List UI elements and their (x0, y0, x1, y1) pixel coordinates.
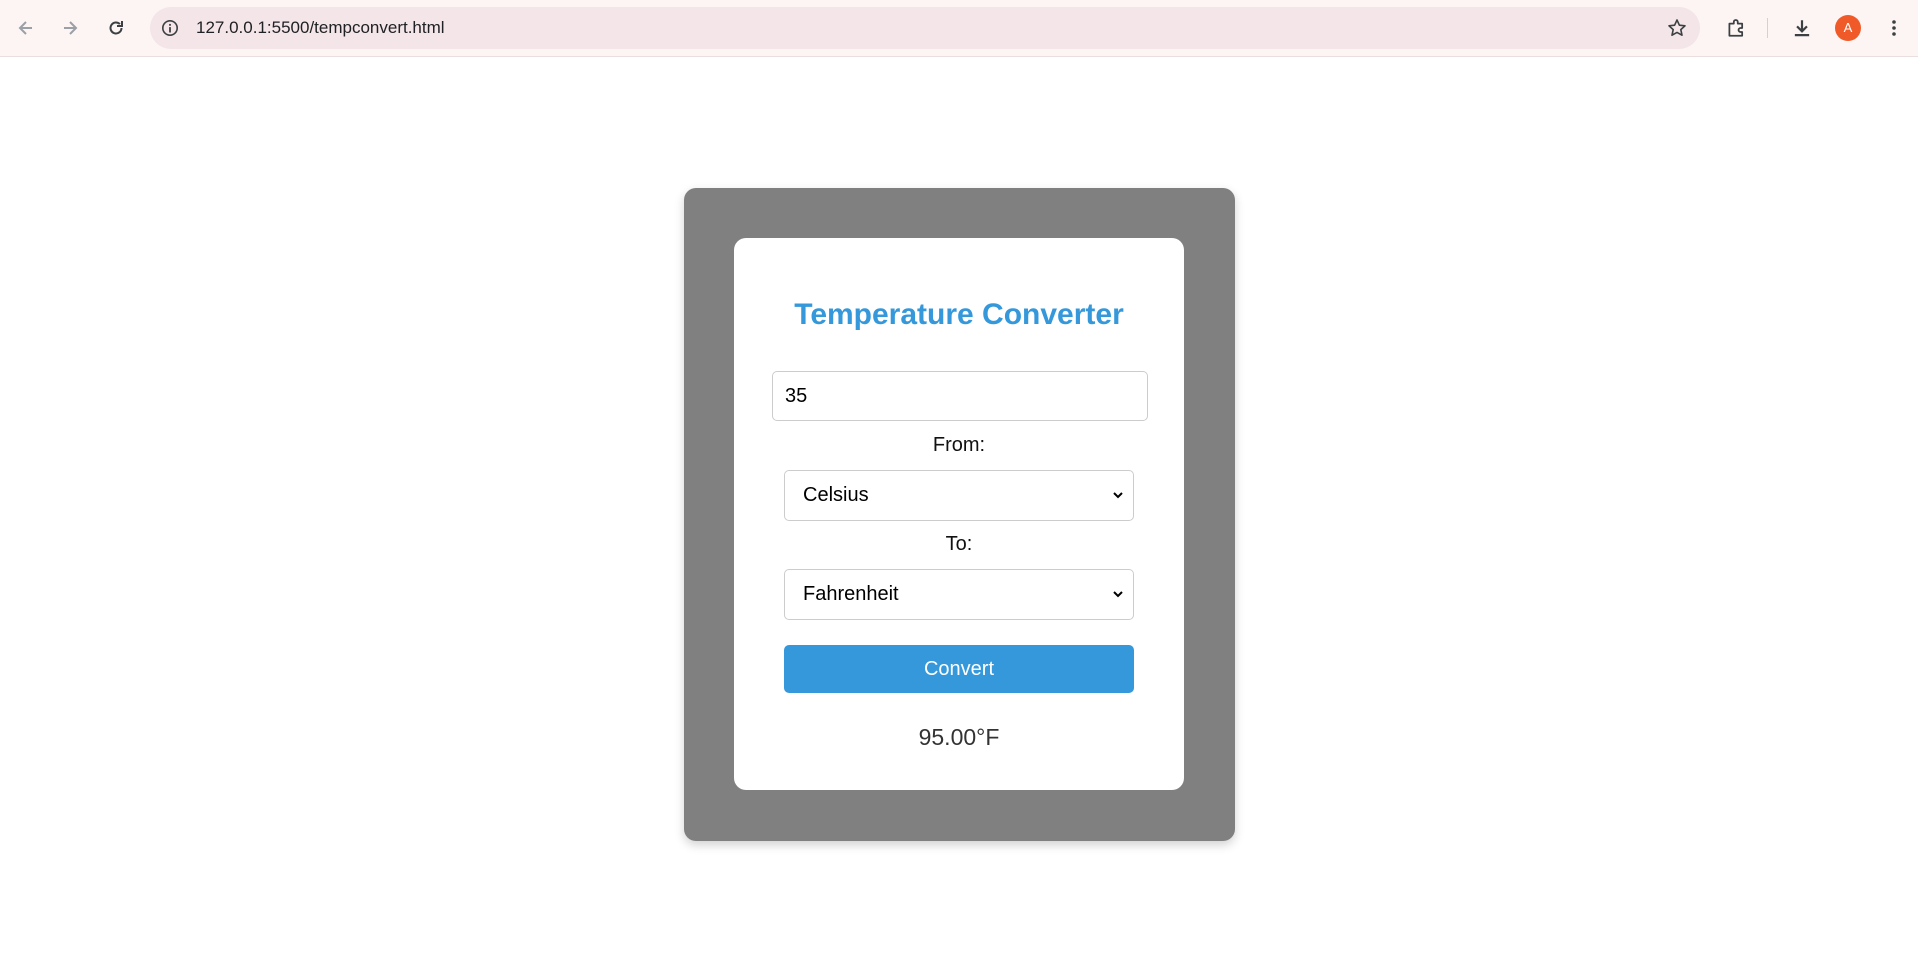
converter-card: Temperature Converter From: Celsius To: … (734, 238, 1184, 790)
from-unit-value: Celsius (803, 484, 869, 506)
chevron-down-icon (1113, 492, 1123, 499)
forward-button[interactable] (52, 10, 88, 46)
to-unit-select[interactable]: Fahrenheit (784, 569, 1134, 620)
profile-avatar[interactable]: A (1835, 15, 1861, 41)
temperature-input[interactable] (772, 371, 1148, 421)
back-button[interactable] (8, 10, 44, 46)
result-text: 95.00°F (918, 724, 1000, 750)
url-text[interactable]: 127.0.0.1:5500/tempconvert.html (196, 7, 445, 49)
menu-icon (1892, 20, 1896, 36)
reload-button[interactable] (98, 10, 134, 46)
menu-button[interactable] (1876, 10, 1912, 46)
extensions-button[interactable] (1718, 10, 1754, 46)
reload-icon (109, 21, 123, 35)
download-icon (1794, 20, 1810, 37)
extensions-icon (1728, 19, 1744, 37)
address-bar[interactable]: 127.0.0.1:5500/tempconvert.html (150, 7, 1700, 49)
page-title: Temperature Converter (794, 298, 1124, 331)
from-label: From: (932, 434, 986, 456)
downloads-button[interactable] (1784, 10, 1820, 46)
to-unit-value: Fahrenheit (803, 583, 899, 605)
browser-toolbar: 127.0.0.1:5500/tempconvert.html A (0, 0, 1918, 57)
chevron-down-icon (1113, 591, 1123, 598)
info-icon[interactable] (160, 18, 180, 38)
star-icon[interactable] (1666, 17, 1688, 39)
convert-button[interactable]: Convert (784, 645, 1134, 693)
converter-frame: Temperature Converter From: Celsius To: … (684, 188, 1235, 841)
forward-icon (64, 21, 78, 35)
toolbar-divider (1767, 18, 1768, 38)
back-icon (18, 21, 32, 35)
from-unit-select[interactable]: Celsius (784, 470, 1134, 521)
to-label: To: (945, 533, 973, 555)
